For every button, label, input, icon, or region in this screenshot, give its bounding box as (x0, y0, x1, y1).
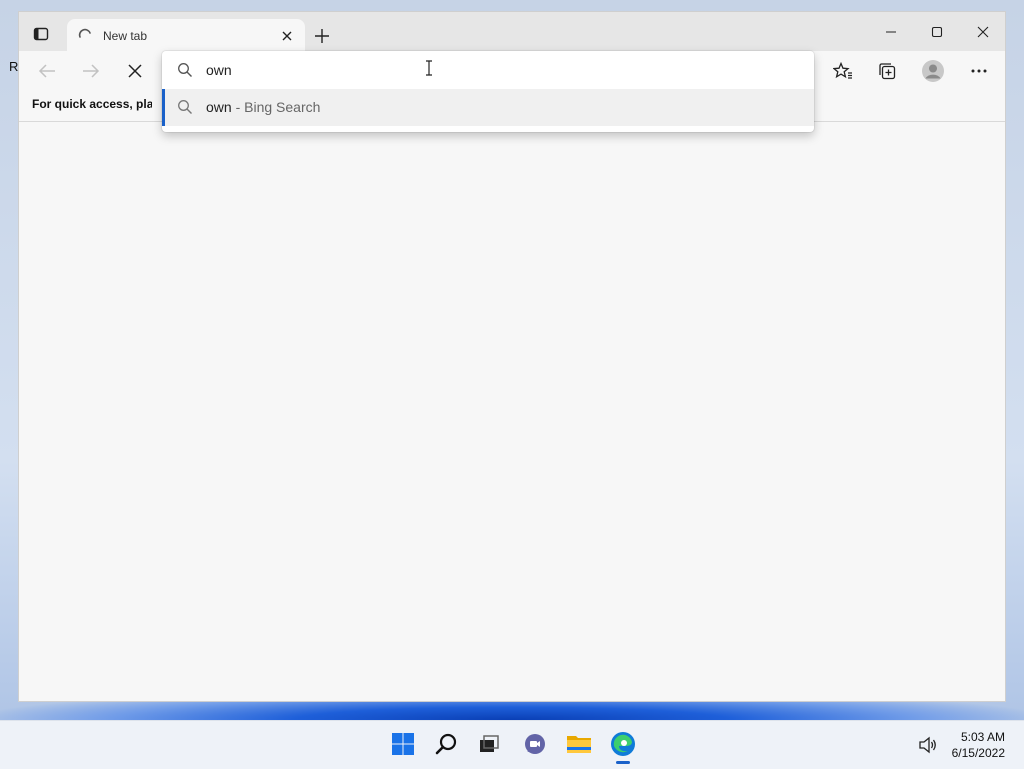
file-explorer-button[interactable] (564, 729, 594, 759)
teams-chat-icon (525, 734, 545, 754)
taskbar: 5:03 AM 6/15/2022 (0, 720, 1024, 769)
close-window-button[interactable] (971, 22, 995, 42)
forward-button[interactable] (79, 60, 103, 82)
address-bar-dropdown: own - Bing Search (162, 51, 814, 132)
task-view-button[interactable] (474, 729, 504, 759)
stop-loading-button[interactable] (123, 60, 147, 82)
tab-close-button[interactable] (279, 28, 295, 44)
title-bar: New tab (19, 12, 1005, 52)
collections-button[interactable] (875, 60, 899, 82)
back-button[interactable] (35, 60, 59, 82)
page-content (19, 122, 1005, 701)
new-tab-button[interactable] (312, 26, 332, 46)
collections-icon (879, 63, 896, 80)
start-icon (392, 733, 414, 755)
suggestion-text: own - Bing Search (206, 99, 320, 115)
edge-taskbar-button[interactable] (608, 729, 638, 759)
start-button[interactable] (388, 729, 418, 759)
minimize-button[interactable] (879, 22, 903, 42)
edge-icon (611, 732, 635, 756)
tab-actions-icon (33, 27, 49, 41)
back-arrow-icon (38, 64, 55, 78)
tab-actions-button[interactable] (31, 24, 51, 44)
maximize-button[interactable] (925, 22, 949, 42)
tab-new-tab[interactable]: New tab (67, 19, 305, 52)
search-icon (178, 100, 192, 114)
search-icon (435, 733, 457, 755)
volume-icon[interactable] (918, 736, 938, 754)
task-view-icon (480, 735, 499, 752)
avatar-icon (922, 60, 944, 82)
profile-button[interactable] (921, 60, 945, 82)
close-icon (282, 31, 292, 41)
clock-date: 6/15/2022 (951, 746, 1005, 760)
address-bar-input[interactable] (206, 60, 766, 80)
favorites-button[interactable] (831, 60, 855, 82)
more-options-icon (971, 69, 987, 73)
text-cursor-icon (426, 60, 432, 76)
system-clock[interactable]: 5:03 AM 6/15/2022 (952, 729, 1005, 761)
favorites-bar-hint: For quick access, place y (32, 97, 152, 111)
suggestion-query: own (206, 99, 232, 115)
tab-title: New tab (103, 29, 148, 43)
loading-spinner-icon (78, 28, 91, 38)
maximize-icon (931, 26, 943, 38)
suggestion-provider: - Bing Search (231, 99, 321, 115)
forward-arrow-icon (83, 64, 100, 78)
clock-time: 5:03 AM (960, 730, 1005, 744)
plus-icon (315, 29, 329, 43)
close-icon (128, 64, 142, 78)
taskbar-search-button[interactable] (432, 729, 462, 759)
desktop-icon-label[interactable]: R (9, 59, 18, 74)
active-app-indicator (616, 761, 630, 764)
suggestion-item[interactable]: own - Bing Search (162, 89, 814, 126)
close-icon (977, 26, 989, 38)
settings-menu-button[interactable] (967, 60, 991, 82)
teams-chat-button[interactable] (520, 729, 550, 759)
favorites-star-icon (833, 62, 852, 79)
file-explorer-icon (567, 736, 591, 753)
search-icon (178, 63, 192, 77)
minimize-icon (886, 31, 896, 33)
